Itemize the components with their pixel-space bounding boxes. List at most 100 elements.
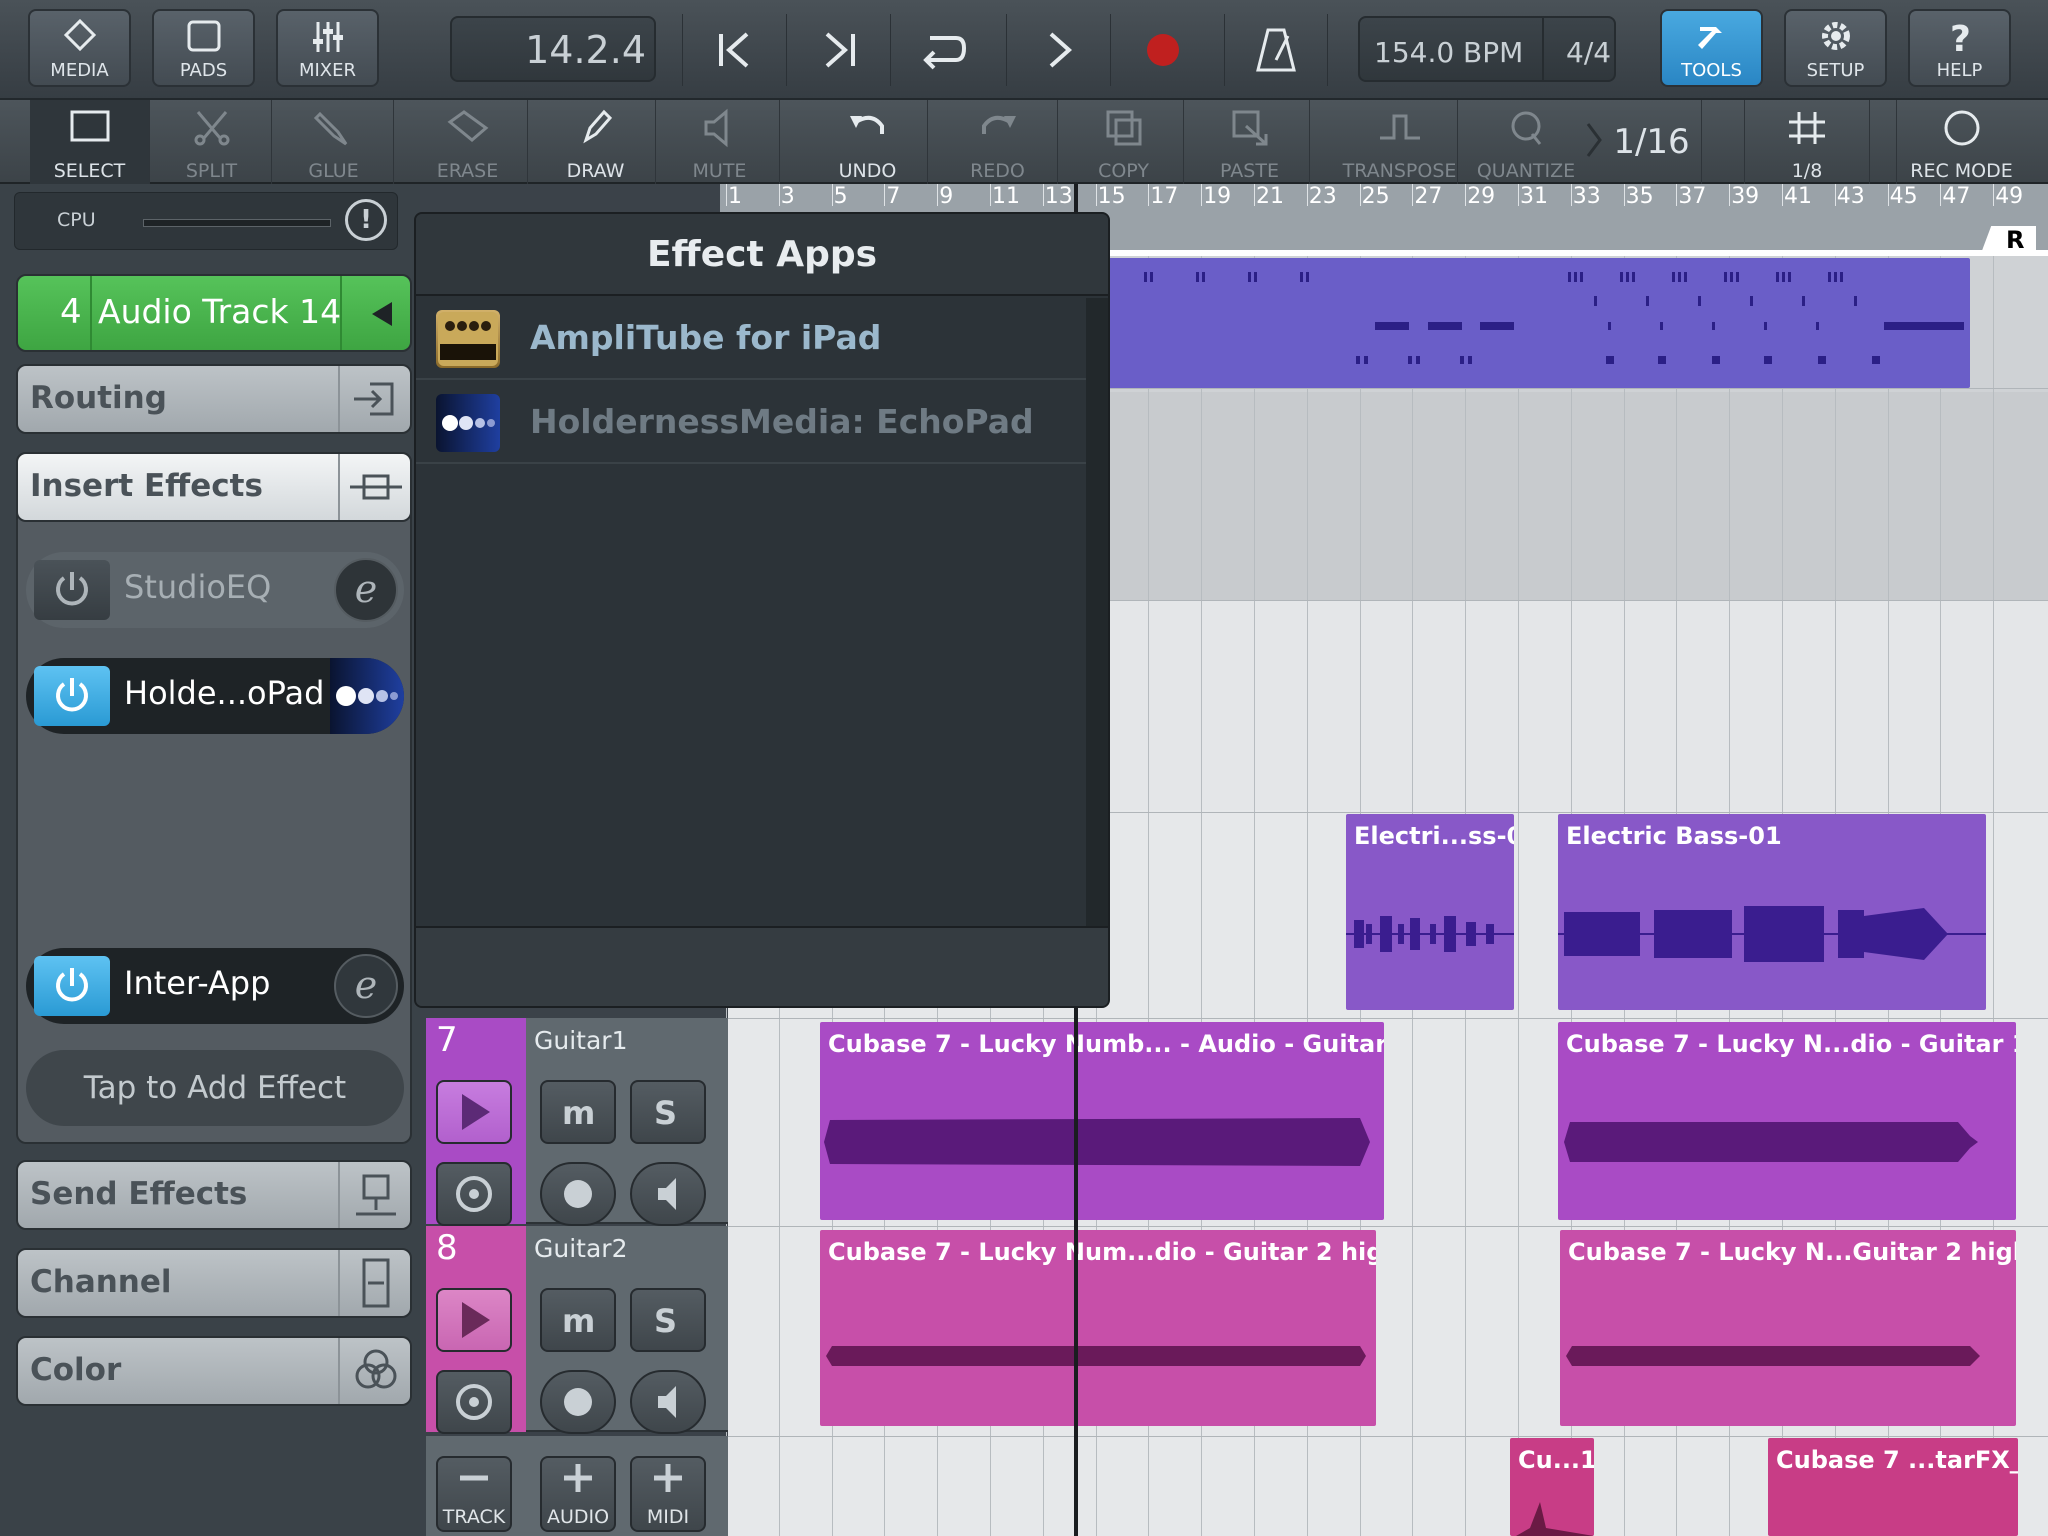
grid-line — [1518, 250, 1519, 1536]
metronome-button[interactable] — [1224, 14, 1328, 86]
play-button[interactable] — [1006, 14, 1110, 86]
track-header-guitar1[interactable]: 7 Guitar1 m S — [426, 1018, 728, 1226]
insert-effects-header[interactable]: Insert Effects — [16, 452, 412, 522]
add-audio-track-button[interactable]: AUDIO — [540, 1456, 616, 1532]
glue-tool[interactable]: GLUE — [274, 100, 394, 184]
time-signature: 4/4 — [1566, 36, 1612, 69]
audio-clip-fx[interactable]: Cubase 7 ...tarFX_01 — [1768, 1438, 2018, 1536]
track-settings-button[interactable] — [436, 1370, 512, 1434]
setup-button[interactable]: SETUP — [1784, 9, 1887, 87]
power-button[interactable] — [34, 666, 110, 726]
grid-icon — [1789, 112, 1825, 144]
split-tool[interactable]: SPLIT — [152, 100, 272, 184]
select-tool[interactable]: SELECT — [30, 100, 150, 184]
paste-button[interactable]: PASTE — [1190, 100, 1310, 184]
audio-clip-bass[interactable]: Electric Bass-01 — [1558, 814, 1986, 1010]
record-arm-button[interactable] — [540, 1162, 616, 1226]
rec-mode-icon — [1944, 110, 1979, 146]
waveform — [826, 1346, 1366, 1366]
monitor-button[interactable] — [436, 1080, 512, 1144]
select-icon — [70, 110, 109, 142]
audio-clip-guitar2-b[interactable]: Cubase 7 - Lucky N...Guitar 2 high_01 — [1560, 1230, 2016, 1426]
track-header-guitar2[interactable]: 8 Guitar2 m S — [426, 1226, 728, 1434]
effect-app-echopad[interactable]: HoldernessMedia: EchoPad — [416, 382, 1088, 464]
draw-tool[interactable]: DRAW — [536, 100, 656, 184]
waveform — [1566, 1346, 1980, 1366]
play-icon — [462, 1094, 490, 1130]
midi-clip[interactable] — [1108, 258, 1970, 388]
svg-text:S: S — [654, 1302, 677, 1340]
go-to-start-button[interactable] — [682, 14, 786, 86]
effect-slot-echopad[interactable]: Holde...oPad — [26, 658, 404, 734]
ruler-tick: 17 — [1150, 184, 1179, 209]
media-button[interactable]: MEDIA — [28, 9, 131, 87]
ruler-tick: 9 — [939, 184, 954, 209]
audio-clip-guitar2-a[interactable]: Cubase 7 - Lucky Num...dio - Guitar 2 hi… — [820, 1230, 1376, 1426]
pads-button[interactable]: PADS — [152, 9, 255, 87]
monitor-speaker-button[interactable] — [630, 1162, 706, 1226]
cycle-button[interactable] — [890, 14, 994, 86]
erase-tool[interactable]: ERASE — [408, 100, 528, 184]
edit-icon[interactable]: e — [334, 558, 398, 622]
collapse-arrow-icon[interactable] — [368, 300, 396, 328]
quantize-value[interactable]: 1/16 — [1602, 100, 1702, 184]
redo-button[interactable]: REDO — [938, 100, 1058, 184]
mixer-button[interactable]: MIXER — [276, 9, 379, 87]
power-button[interactable] — [34, 956, 110, 1016]
record-arm-button[interactable] — [540, 1370, 616, 1434]
quantize-tool[interactable]: QUANTIZE — [1466, 100, 1586, 184]
ruler-tick: 43 — [1836, 184, 1865, 209]
position-display[interactable]: 14.2.4 — [450, 16, 656, 82]
edit-icon[interactable]: e — [334, 954, 398, 1018]
go-to-end-button[interactable] — [786, 14, 890, 86]
alert-icon[interactable]: ! — [345, 199, 387, 241]
undo-button[interactable]: UNDO — [808, 100, 928, 184]
rec-mode-button[interactable]: REC MODE — [1896, 100, 2026, 184]
solo-button[interactable]: S — [630, 1288, 706, 1352]
mute-tool[interactable]: MUTE — [660, 100, 780, 184]
help-button[interactable]: ? HELP — [1908, 9, 2011, 87]
grid-button[interactable]: 1/8 — [1744, 100, 1870, 184]
send-effects-section[interactable]: Send Effects — [16, 1160, 412, 1230]
ruler-tick: 41 — [1784, 184, 1812, 209]
add-effect-button[interactable]: Tap to Add Effect — [26, 1050, 404, 1126]
echopad-app-icon[interactable] — [330, 658, 404, 734]
pencil-icon — [582, 109, 612, 144]
insert-icon — [350, 474, 402, 500]
play-icon — [462, 1302, 490, 1338]
plus-icon — [564, 1464, 592, 1492]
effect-slot-studioeq[interactable]: StudioEQ e — [26, 552, 404, 628]
tools-button[interactable]: TOOLS — [1660, 9, 1763, 87]
waveform — [824, 1118, 1370, 1166]
mute-icon: m — [562, 1302, 595, 1340]
monitor-speaker-button[interactable] — [630, 1370, 706, 1434]
audio-clip-guitar1-b[interactable]: Cubase 7 - Lucky N...dio - Guitar 1_01 — [1558, 1022, 2016, 1220]
audio-clip-guitar1-a[interactable]: Cubase 7 - Lucky Numb... - Audio - Guita… — [820, 1022, 1384, 1220]
audio-clip-fx-short[interactable]: Cu...1 — [1510, 1438, 1594, 1536]
tempo-display[interactable]: 154.0 BPM 4/4 — [1358, 16, 1616, 82]
audio-clip-bass-short[interactable]: Electri...ss-01 — [1346, 814, 1514, 1010]
power-button[interactable] — [34, 560, 110, 620]
effect-slot-inter-app[interactable]: Inter-App e — [26, 948, 404, 1024]
remove-track-button[interactable]: TRACK — [436, 1456, 512, 1532]
color-section[interactable]: Color — [16, 1336, 412, 1406]
monitor-button[interactable] — [436, 1288, 512, 1352]
copy-button[interactable]: COPY — [1064, 100, 1184, 184]
cpu-meter: CPU ! — [14, 192, 398, 250]
paste-icon — [1232, 110, 1267, 146]
record-button[interactable] — [1110, 14, 1214, 86]
transpose-tool[interactable]: TRANSPOSE — [1342, 100, 1458, 184]
solo-button[interactable]: S — [630, 1080, 706, 1144]
routing-section[interactable]: Routing — [16, 364, 412, 434]
mute-button[interactable]: m — [540, 1080, 616, 1144]
mute-button[interactable]: m — [540, 1288, 616, 1352]
selected-track-header[interactable]: 4 Audio Track 14 — [16, 274, 412, 352]
channel-section[interactable]: Channel — [16, 1248, 412, 1318]
media-icon — [63, 19, 96, 52]
popover-scrollbar[interactable] — [1086, 298, 1108, 926]
track-settings-button[interactable] — [436, 1162, 512, 1226]
ruler-tick: 27 — [1414, 184, 1443, 209]
add-midi-track-button[interactable]: MIDI — [630, 1456, 706, 1532]
effect-app-amplitube[interactable]: AmpliTube for iPad — [416, 298, 1088, 380]
record-icon — [1146, 34, 1179, 66]
